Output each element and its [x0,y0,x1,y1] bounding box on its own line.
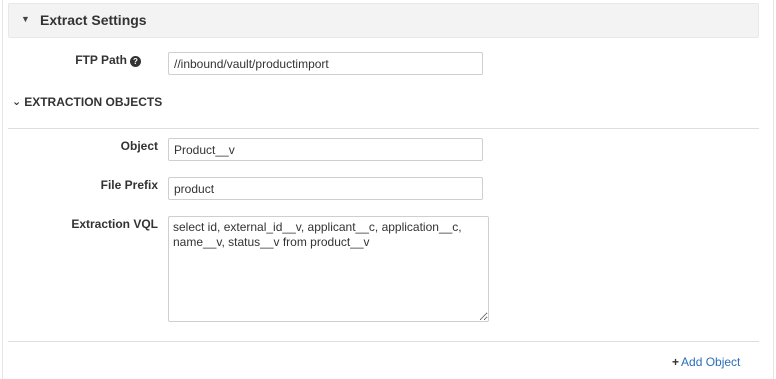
ftp-path-label: FTP Path? [40,53,141,67]
file-prefix-input[interactable] [168,177,483,200]
extraction-objects-toggle[interactable]: ⌄ EXTRACTION OBJECTS [12,95,162,109]
extraction-vql-label: Extraction VQL [71,217,158,231]
ftp-path-label-text: FTP Path [75,53,127,67]
panel-border-right [773,0,774,379]
plus-icon: + [672,355,680,369]
object-input[interactable] [168,138,483,161]
ftp-path-input[interactable] [168,52,483,75]
extraction-vql-textarea[interactable]: select id, external_id__v, applicant__c,… [168,216,489,322]
extract-settings-panel: ▼ Extract Settings FTP Path? ⌄EXTRACTION… [0,0,776,379]
footer-divider [8,341,759,342]
caret-down-icon: ▼ [21,14,30,24]
add-object-button[interactable]: + Add Object [672,355,740,369]
section-divider [8,128,759,129]
section-title: Extract Settings [40,12,147,28]
chevron-down-icon: ⌄ [12,96,22,108]
help-icon[interactable]: ? [130,56,141,67]
panel-border-left [2,0,3,379]
extract-settings-header[interactable]: ▼ Extract Settings [8,3,759,38]
object-label: Object [120,139,158,153]
add-object-label: Add Object [681,355,741,369]
extraction-objects-title: EXTRACTION OBJECTS [24,95,163,109]
file-prefix-label: File Prefix [100,178,158,192]
